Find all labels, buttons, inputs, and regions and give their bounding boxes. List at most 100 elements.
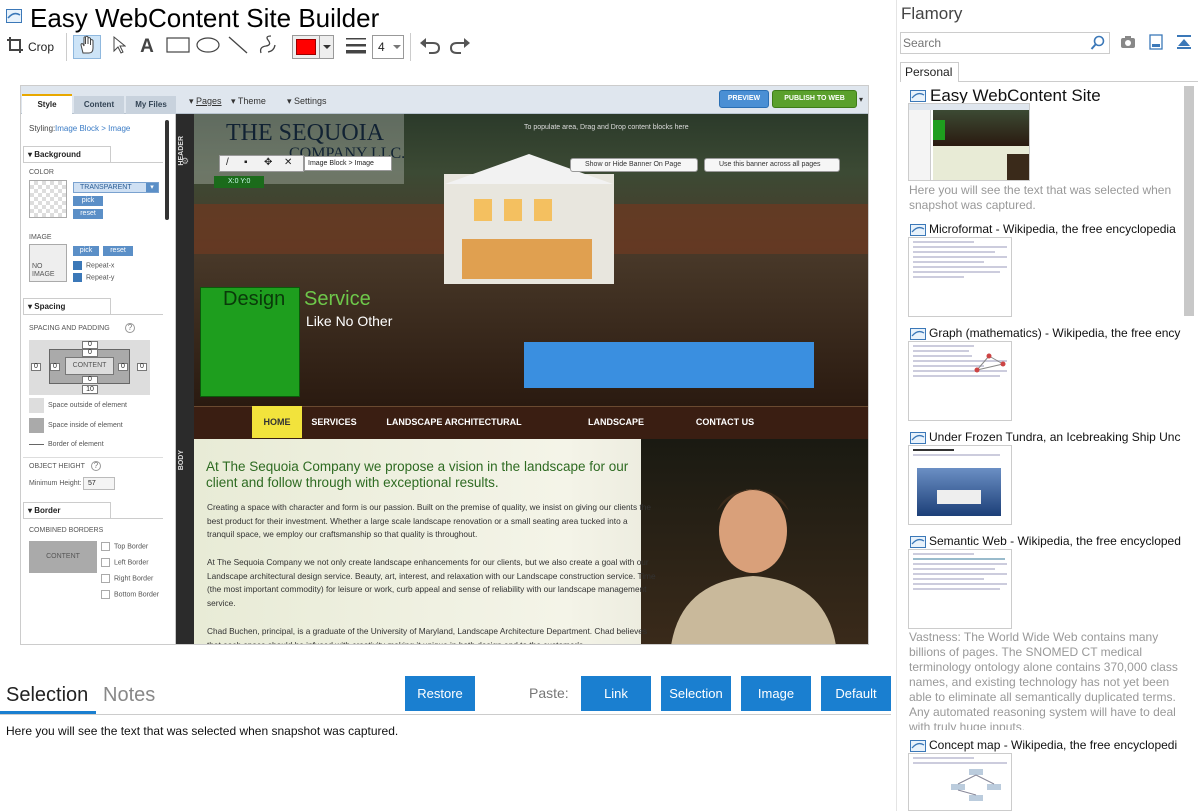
pen-tool[interactable] — [256, 34, 280, 59]
preview-button[interactable]: PREVIEW — [719, 90, 769, 108]
publish-button[interactable]: PUBLISH TO WEB — [772, 90, 857, 108]
document-icon[interactable] — [1149, 34, 1163, 55]
tab-content[interactable]: Content — [74, 96, 124, 114]
search-box[interactable] — [900, 32, 1110, 54]
item-title[interactable]: Concept map - Wikipedia, the free encycl… — [929, 738, 1181, 752]
repeat-y-option[interactable]: Repeat-y — [73, 273, 114, 282]
item-thumbnail[interactable] — [908, 341, 1012, 421]
rectangle-tool[interactable] — [165, 35, 191, 59]
color-picker[interactable] — [292, 35, 334, 59]
save-icon[interactable]: ▪ — [244, 157, 248, 168]
search-input[interactable] — [903, 35, 1083, 51]
text-tool[interactable]: A — [136, 35, 158, 59]
restore-button[interactable]: Restore — [405, 676, 475, 711]
gear-icon[interactable]: ⚙ — [181, 156, 189, 167]
item-thumbnail[interactable] — [908, 753, 1012, 811]
paste-link-button[interactable]: Link — [581, 676, 651, 711]
repeat-x-option[interactable]: Repeat-x — [73, 261, 114, 270]
right-border-option[interactable]: Right Border — [101, 574, 153, 583]
use-banner-label: Use this banner across all pages — [719, 161, 821, 168]
paste-selection-button[interactable]: Selection — [661, 676, 731, 711]
margin-bottom-field[interactable]: 10 — [82, 385, 98, 394]
spacing-header[interactable]: ▾ Spacing — [23, 298, 111, 314]
paste-image-button[interactable]: Image — [741, 676, 811, 711]
divider — [23, 162, 163, 163]
close-icon[interactable]: ✕ — [284, 157, 292, 168]
site-nav-design[interactable]: LANDSCAPE ARCHITECTURAL DESIGN — [371, 406, 537, 459]
site-nav-home[interactable]: HOME — [252, 406, 302, 438]
item-title[interactable]: Graph (mathematics) - Wikipedia, the fre… — [929, 326, 1181, 340]
use-banner-button[interactable]: Use this banner across all pages — [704, 158, 840, 172]
styling-value[interactable]: Image Block > Image — [55, 124, 130, 133]
reset-button[interactable]: reset — [73, 209, 103, 219]
image-pick-button[interactable]: pick — [73, 246, 99, 256]
image-reset-button[interactable]: reset — [103, 246, 133, 256]
padding-top-field[interactable]: 0 — [82, 349, 98, 357]
item-thumbnail[interactable] — [908, 445, 1012, 525]
margin-left-field[interactable]: 0 — [31, 363, 41, 371]
panel-scrollbar[interactable] — [165, 120, 169, 220]
item-title[interactable]: Under Frozen Tundra, an Icebreaking Ship… — [929, 430, 1181, 444]
margin-top-field[interactable]: 0 — [82, 341, 98, 349]
banner-window — [474, 199, 492, 221]
checkbox[interactable] — [73, 273, 82, 282]
checkbox[interactable] — [101, 590, 110, 599]
site-nav-services[interactable]: SERVICES — [307, 406, 361, 438]
banner-image[interactable]: THE SEQUOIA COMPANY LLC. Design Service … — [194, 114, 868, 406]
no-image-box[interactable]: NO IMAGE — [29, 244, 67, 282]
select-tool[interactable] — [108, 35, 130, 59]
checkbox[interactable] — [73, 261, 82, 270]
min-height-input[interactable]: 57 — [83, 477, 115, 490]
menu-theme[interactable]: ▾ Theme — [231, 96, 266, 107]
tab-notes[interactable]: Notes — [103, 684, 155, 707]
menu-pages[interactable]: ▾ Pages — [189, 96, 222, 107]
bottom-border-option[interactable]: Bottom Border — [101, 590, 159, 599]
help-icon[interactable]: ? — [91, 461, 101, 471]
sidebar-scrollbar[interactable] — [1184, 86, 1194, 316]
tab-selection[interactable]: Selection — [6, 684, 88, 707]
checkbox[interactable] — [101, 574, 110, 583]
paste-default-button[interactable]: Default — [821, 676, 891, 711]
padding-left-field[interactable]: 0 — [50, 363, 60, 371]
padding-bottom-field[interactable]: 0 — [82, 376, 98, 384]
ellipse-tool[interactable] — [195, 35, 221, 59]
background-header[interactable]: ▾ Background — [23, 146, 111, 162]
top-border-option[interactable]: Top Border — [101, 542, 148, 551]
site-nav-construction[interactable]: LANDSCAPE CONSTRUCTION — [551, 406, 681, 459]
item-title[interactable]: Microformat - Wikipedia, the free encycl… — [929, 222, 1181, 236]
menu-settings[interactable]: ▾ Settings — [287, 96, 327, 107]
item-thumbnail[interactable] — [908, 103, 1030, 181]
chevron-down-icon[interactable]: ▾ — [859, 95, 863, 104]
border-header[interactable]: ▾ Border — [23, 502, 111, 518]
help-icon[interactable]: ? — [125, 323, 135, 333]
line-width-select[interactable]: 4 — [372, 35, 404, 59]
pick-button[interactable]: pick — [73, 196, 103, 206]
show-hide-banner-button[interactable]: Show or Hide Banner On Page — [570, 158, 698, 172]
line-width-button[interactable] — [344, 35, 368, 59]
divider — [959, 81, 1198, 82]
site-nav-contact[interactable]: CONTACT US — [693, 406, 757, 438]
edit-icon[interactable]: / — [226, 157, 229, 168]
item-thumbnail[interactable] — [908, 549, 1012, 629]
tab-style[interactable]: Style — [22, 94, 72, 114]
search-icon[interactable] — [1090, 35, 1106, 56]
item-thumbnail[interactable] — [908, 237, 1012, 317]
tab-personal[interactable]: Personal — [900, 62, 959, 82]
line-tool[interactable] — [226, 35, 250, 59]
color-select[interactable]: TRANSPARENT ▾ — [73, 182, 159, 193]
hand-tool[interactable] — [73, 35, 101, 59]
move-icon[interactable]: ✥ — [264, 157, 272, 168]
left-border-option[interactable]: Left Border — [101, 558, 149, 567]
tab-my-files[interactable]: My Files — [126, 96, 176, 114]
undo-button[interactable] — [417, 35, 443, 59]
redo-button[interactable] — [447, 35, 473, 59]
camera-icon[interactable] — [1120, 35, 1136, 54]
padding-right-field[interactable]: 0 — [118, 363, 128, 371]
collapse-up-icon[interactable] — [1176, 34, 1192, 55]
checkbox[interactable] — [101, 558, 110, 567]
crop-button[interactable]: Crop — [6, 35, 62, 59]
margin-right-field[interactable]: 0 — [137, 363, 147, 371]
checkbox[interactable] — [101, 542, 110, 551]
transparent-swatch[interactable] — [29, 180, 67, 218]
item-title[interactable]: Semantic Web - Wikipedia, the free encyc… — [929, 534, 1181, 548]
